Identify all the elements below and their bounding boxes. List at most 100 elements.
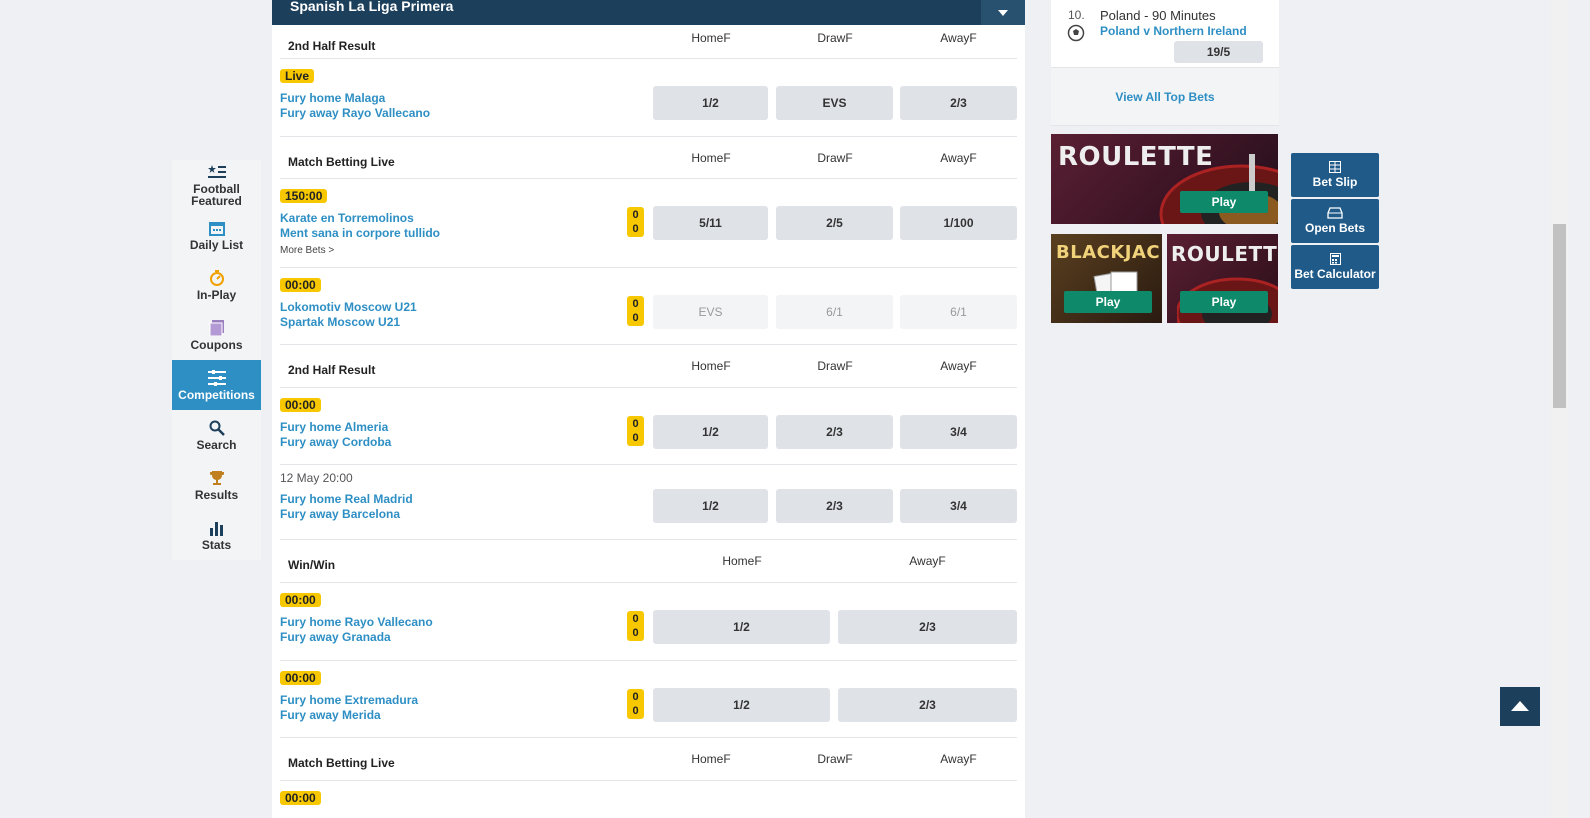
chevron-down-icon[interactable]	[981, 0, 1025, 25]
home-team-link[interactable]: Fury home Rayo Vallecano	[280, 615, 433, 630]
column-header-away: AwayF	[909, 554, 946, 568]
calendar-icon	[208, 219, 226, 237]
nav-search[interactable]: Search	[172, 410, 261, 460]
nav-football-featured[interactable]: Football Featured	[172, 160, 261, 210]
nav-competitions[interactable]: Competitions	[172, 360, 261, 410]
league-header[interactable]: Spanish La Liga Primera	[272, 0, 1025, 25]
odds-button-draw[interactable]: EVS	[776, 86, 893, 120]
home-team-link[interactable]: Lokomotiv Moscow U21	[280, 300, 417, 315]
away-team-link[interactable]: Fury away Merida	[280, 708, 418, 723]
away-team-link[interactable]: Fury away Rayo Vallecano	[280, 106, 430, 121]
scroll-to-top-button[interactable]	[1500, 687, 1540, 726]
column-header-home: HomeF	[691, 359, 731, 373]
away-team-link[interactable]: Ment sana in corpore tullido	[280, 226, 440, 241]
odds-button-home[interactable]: 1/2	[653, 415, 768, 449]
market-header: 2nd Half Result HomeF DrawF AwayF	[280, 345, 1017, 388]
bet-slip-label: Bet Slip	[1312, 175, 1358, 189]
play-button[interactable]: Play	[1180, 291, 1268, 313]
bet-slip-button[interactable]: Bet Slip	[1291, 153, 1379, 197]
odds-button-away[interactable]: 2/3	[838, 688, 1017, 722]
column-header-draw: DrawF	[817, 359, 853, 373]
column-header-away: AwayF	[940, 752, 977, 766]
more-bets-link[interactable]: More Bets >	[280, 245, 440, 256]
odds-button-away[interactable]: 2/3	[900, 86, 1017, 120]
nav-results[interactable]: Results	[172, 460, 261, 510]
odds-button-draw[interactable]: 2/3	[776, 415, 893, 449]
event-row: 12 May 20:00 Fury home Real Madrid Fury …	[280, 465, 1017, 540]
event-date: 12 May 20:00	[280, 471, 353, 485]
event-row: 00:00 Fury home Almeria Fury away Cordob…	[280, 388, 1017, 465]
away-team-link[interactable]: Fury away Barcelona	[280, 507, 413, 522]
football-icon	[1067, 24, 1085, 47]
odds-button-away[interactable]: 6/1	[900, 295, 1017, 329]
column-header-away: AwayF	[940, 151, 977, 165]
bet-calculator-button[interactable]: Bet Calculator	[1291, 245, 1379, 289]
home-team-link[interactable]: Fury home Almeria	[280, 420, 391, 435]
odds-button-home[interactable]: 1/2	[653, 688, 830, 722]
scrollbar-thumb[interactable]	[1553, 224, 1566, 408]
roulette-promo-banner[interactable]: ROULETTE Play	[1051, 134, 1278, 224]
odds-button-draw[interactable]: 6/1	[776, 295, 893, 329]
top-bet-odds-button[interactable]: 19/5	[1174, 41, 1263, 63]
search-icon	[208, 419, 226, 437]
market-header: Match Betting Live HomeF DrawF AwayF	[280, 738, 1017, 781]
column-header-home: HomeF	[691, 752, 731, 766]
nav-in-play[interactable]: In-Play	[172, 260, 261, 310]
odds-button-away[interactable]: 2/3	[838, 610, 1017, 644]
odds-button-home[interactable]: 5/11	[653, 206, 768, 240]
event-row: 150:00 Karate en Torremolinos Ment sana …	[280, 179, 1017, 268]
away-team-link[interactable]: Fury away Cordoba	[280, 435, 391, 450]
blackjack-promo-banner[interactable]: BLACKJAC Play	[1051, 234, 1162, 323]
market-title: 2nd Half Result	[288, 38, 376, 53]
odds-button-away[interactable]: 1/100	[900, 206, 1017, 240]
play-button[interactable]: Play	[1064, 291, 1152, 313]
open-bets-button[interactable]: Open Bets	[1291, 199, 1379, 243]
trophy-icon	[208, 469, 226, 487]
top-bet-event-link[interactable]: Poland v Northern Ireland	[1100, 24, 1247, 38]
home-team-link[interactable]: Fury home Real Madrid	[280, 492, 413, 507]
home-team-link[interactable]: Fury home Malaga	[280, 91, 430, 106]
page-scrollbar[interactable]	[1551, 0, 1568, 818]
market-header: Match Betting Live HomeF DrawF AwayF	[280, 137, 1017, 179]
odds-button-home[interactable]: EVS	[653, 295, 768, 329]
play-button[interactable]: Play	[1180, 191, 1268, 213]
live-badge: Live	[280, 69, 315, 83]
nav-label: Football Featured	[191, 182, 242, 208]
home-team-link[interactable]: Karate en Torremolinos	[280, 211, 440, 226]
away-team-link[interactable]: Spartak Moscow U21	[280, 315, 417, 330]
score-box: 00	[627, 207, 644, 237]
nav-stats[interactable]: Stats	[172, 510, 261, 560]
market-title: 2nd Half Result	[288, 363, 376, 377]
home-team-link[interactable]: Fury home Extremadura	[280, 693, 418, 708]
odds-button-home[interactable]: 1/2	[653, 86, 768, 120]
column-header-home: HomeF	[691, 151, 731, 165]
nav-label: Results	[194, 488, 239, 502]
time-badge: 00:00	[280, 593, 321, 607]
market-header: Win/Win HomeF AwayF	[280, 540, 1017, 583]
odds-button-home[interactable]: 1/2	[653, 489, 768, 523]
stats-icon	[208, 519, 226, 537]
calculator-icon	[1329, 253, 1341, 266]
market-header: 2nd Half Result HomeF DrawF AwayF	[280, 25, 1017, 59]
top-bet-item: 10. Poland - 90 Minutes Poland v Norther…	[1051, 0, 1279, 68]
score-box: 00	[627, 689, 644, 719]
odds-button-home[interactable]: 1/2	[653, 610, 830, 644]
view-all-top-bets-link[interactable]: View All Top Bets	[1051, 68, 1279, 126]
odds-button-draw[interactable]: 2/3	[776, 489, 893, 523]
market-title: Win/Win	[288, 558, 336, 572]
top-bet-rank: 10.	[1068, 8, 1085, 22]
nav-label: In-Play	[196, 288, 237, 302]
nav-label: Daily List	[189, 238, 244, 252]
odds-button-away[interactable]: 3/4	[900, 489, 1017, 523]
nav-daily-list[interactable]: Daily List	[172, 210, 261, 260]
nav-coupons[interactable]: Coupons	[172, 310, 261, 360]
event-row: 00:00 Lokomotiv Moscow U21 Spartak Mosco…	[280, 268, 1017, 345]
odds-button-away[interactable]: 3/4	[900, 415, 1017, 449]
nav-label: Competitions	[178, 388, 255, 402]
roulette-promo-banner[interactable]: ROULETTE Play	[1167, 234, 1278, 323]
event-row: Live Fury home Malaga Fury away Rayo Val…	[280, 59, 1017, 137]
promo-title: ROULETTE	[1171, 242, 1278, 266]
score-box: 00	[627, 611, 644, 641]
away-team-link[interactable]: Fury away Granada	[280, 630, 433, 645]
odds-button-draw[interactable]: 2/5	[776, 206, 893, 240]
